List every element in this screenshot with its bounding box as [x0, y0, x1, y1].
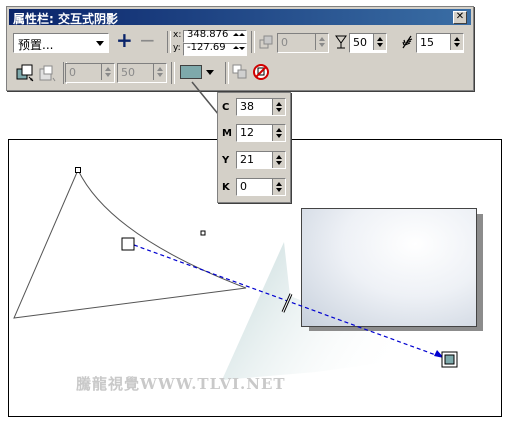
cyan-value: 38 [240, 100, 254, 113]
node-handle[interactable] [75, 167, 81, 173]
magenta-spinner[interactable] [272, 125, 285, 141]
center-handle[interactable] [200, 230, 206, 236]
watermark-text: 騰龍視覺WWW.TLVI.NET [76, 375, 286, 393]
cyan-field[interactable]: 38 [236, 98, 286, 116]
cyan-spinner[interactable] [272, 99, 285, 115]
yellow-value: 21 [240, 153, 254, 166]
yellow-label: Y [222, 155, 230, 166]
magenta-field[interactable]: 12 [236, 124, 286, 142]
cyan-label: C [222, 102, 230, 113]
cmyk-color-popup: C 38 M 12 Y 21 K 0 [217, 92, 291, 203]
magenta-value: 12 [240, 126, 254, 139]
black-label: K [222, 182, 230, 193]
shadow-start-handle[interactable] [121, 237, 135, 251]
magenta-label: M [222, 128, 232, 139]
black-value: 0 [240, 180, 247, 193]
yellow-spinner[interactable] [272, 152, 285, 168]
drawing-objects [13, 167, 458, 368]
black-spinner[interactable] [272, 179, 285, 195]
yellow-field[interactable]: 21 [236, 151, 286, 169]
black-field[interactable]: 0 [236, 178, 286, 196]
